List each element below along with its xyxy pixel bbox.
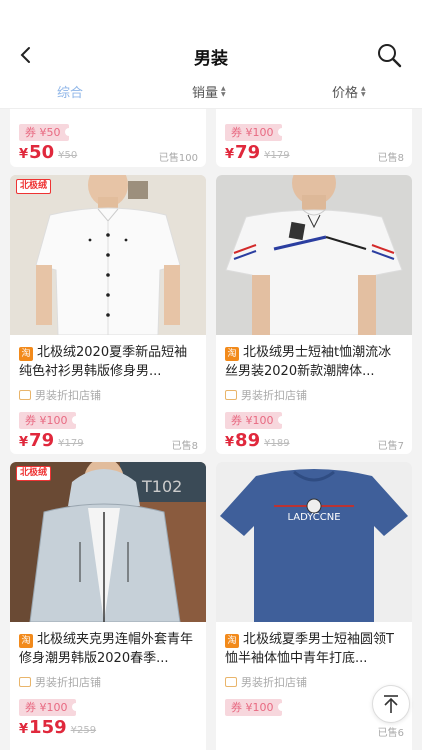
- hooded-jacket-photo: T102: [10, 462, 206, 622]
- product-card[interactable]: 券 ¥100 ¥79 ¥179 已售8: [216, 109, 412, 167]
- price: ¥159 ¥259: [19, 717, 97, 738]
- coupon-badge: 券 ¥100: [225, 124, 285, 141]
- shop-icon: [225, 390, 237, 400]
- sold-count: 已售8: [171, 441, 198, 452]
- sort-arrows-icon: ▲ ▼: [221, 84, 226, 98]
- shop-icon: [19, 677, 31, 687]
- shop-name[interactable]: 男装折扣店铺: [19, 674, 101, 690]
- taobao-icon: 淘: [19, 634, 33, 648]
- coupon-badge: 券 ¥100: [225, 412, 285, 429]
- coupon-badge: 券 ¥100: [225, 699, 285, 716]
- product-card[interactable]: 北极绒 淘北极绒2020夏季新品短袖纯色衬衫男韩版修身男... 男装折扣店铺 券…: [10, 175, 206, 454]
- coupon-badge: 券 ¥100: [19, 699, 79, 716]
- sort-arrows-icon: ▲ ▼: [361, 84, 366, 98]
- shop-name[interactable]: 男装折扣店铺: [19, 387, 101, 403]
- original-price: ¥50: [58, 150, 78, 161]
- back-to-top-button[interactable]: [372, 685, 410, 723]
- price: ¥50 ¥50: [19, 142, 78, 163]
- product-image[interactable]: 北极绒: [10, 175, 206, 335]
- original-price: ¥189: [264, 438, 290, 449]
- shop-icon: [225, 677, 237, 687]
- original-price: ¥179: [264, 150, 290, 161]
- search-icon: [378, 44, 402, 68]
- product-image[interactable]: T102 北极绒: [10, 462, 206, 622]
- sort-tab-label: 销量: [192, 86, 219, 101]
- sort-bar: 综合 销量 ▲ ▼ 价格 ▲ ▼: [0, 75, 422, 109]
- product-title: 淘北极绒男士短袖t恤潮流冰丝男装2020新款潮牌体...: [225, 345, 392, 379]
- taobao-icon: 淘: [225, 634, 239, 648]
- taobao-icon: 淘: [19, 347, 33, 361]
- product-title: 淘北极绒夏季男士短袖圆领T恤半袖体恤中青年打底...: [225, 632, 394, 666]
- page-title: 男装: [194, 49, 228, 69]
- arrow-up-icon: [384, 695, 398, 713]
- shop-name[interactable]: 男装折扣店铺: [225, 387, 307, 403]
- sold-count: 已售7: [377, 441, 404, 452]
- product-card[interactable]: 淘北极绒男士短袖t恤潮流冰丝男装2020新款潮牌体... 男装折扣店铺 券 ¥1…: [216, 175, 412, 454]
- product-image[interactable]: [216, 175, 412, 335]
- product-card[interactable]: T102 北极绒 淘北极绒夹克男连帽外套青年修身潮男韩版2020春季... 男装…: [10, 462, 206, 750]
- blue-tshirt-photo: LADYCCNE: [216, 462, 412, 622]
- price: ¥79 ¥179: [19, 430, 84, 451]
- white-shirt-photo: [10, 175, 206, 335]
- sort-tab-label: 综合: [57, 86, 84, 101]
- product-title: 淘北极绒2020夏季新品短袖纯色衬衫男韩版修身男...: [19, 345, 188, 379]
- sold-count: 已售8: [377, 153, 404, 164]
- shirt-print-text: LADYCCNE: [287, 512, 340, 523]
- shop-icon: [19, 390, 31, 400]
- sort-tab-default[interactable]: 综合: [57, 82, 83, 101]
- coupon-badge: 券 ¥50: [19, 124, 72, 141]
- price: ¥89 ¥189: [225, 430, 290, 451]
- coupon-badge: 券 ¥100: [19, 412, 79, 429]
- original-price: ¥179: [58, 438, 84, 449]
- brand-tag: 北极绒: [16, 466, 52, 481]
- sold-count: 已售6: [377, 728, 404, 739]
- striped-tshirt-photo: [216, 175, 412, 335]
- top-nav-bar: 男装: [0, 0, 422, 75]
- sort-tab-sales[interactable]: 销量 ▲ ▼: [192, 82, 226, 101]
- sort-tab-label: 价格: [332, 86, 359, 101]
- product-card[interactable]: 券 ¥50 ¥50 ¥50 已售100: [10, 109, 206, 167]
- shop-name[interactable]: 男装折扣店铺: [225, 674, 307, 690]
- product-title: 淘北极绒夹克男连帽外套青年修身潮男韩版2020春季...: [19, 632, 194, 666]
- original-price: ¥259: [70, 725, 97, 736]
- product-image[interactable]: LADYCCNE: [216, 462, 412, 622]
- price: ¥79 ¥179: [225, 142, 290, 163]
- search-button[interactable]: [376, 42, 404, 70]
- sold-count: 已售100: [158, 153, 198, 164]
- brand-tag: 北极绒: [16, 179, 52, 194]
- sort-tab-price[interactable]: 价格 ▲ ▼: [332, 82, 366, 101]
- taobao-icon: 淘: [225, 347, 239, 361]
- background-sign-text: T102: [141, 477, 182, 496]
